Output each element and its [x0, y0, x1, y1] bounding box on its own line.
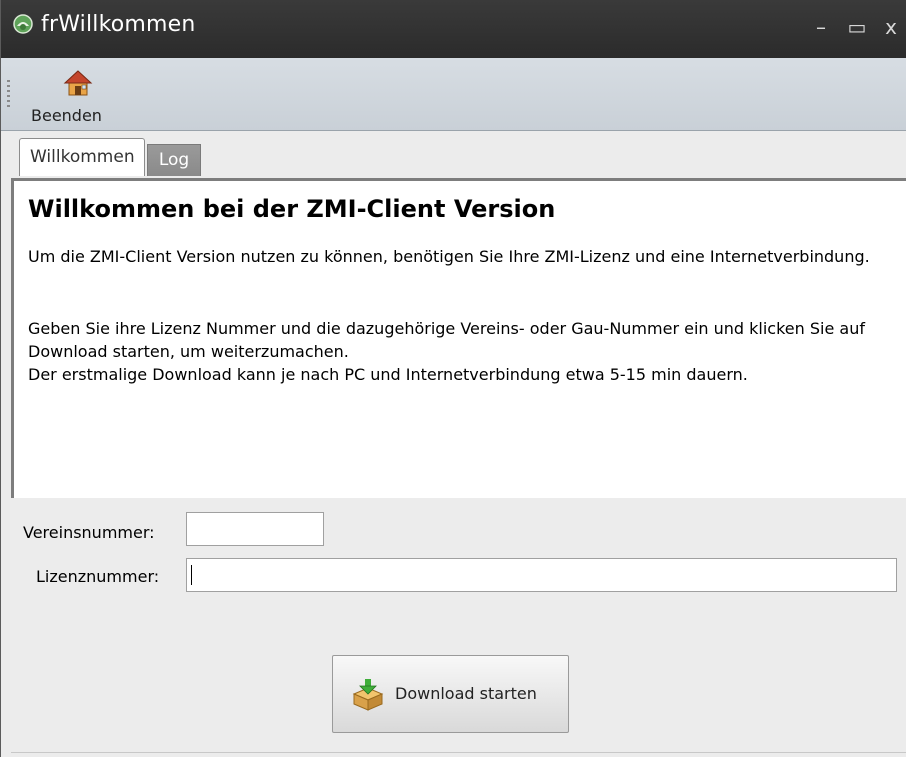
welcome-panel: Willkommen bei der ZMI-Client Version Um… [11, 178, 906, 498]
window-title: frWillkommen [41, 12, 196, 37]
welcome-paragraph-2: Geben Sie ihre Lizenz Nummer und die daz… [28, 317, 898, 386]
download-package-icon [352, 679, 384, 711]
tab-log[interactable]: Log [147, 144, 201, 176]
text-caret [191, 565, 192, 585]
welcome-paragraph-2-line-1: Geben Sie ihre Lizenz Nummer und die daz… [28, 319, 865, 361]
beenden-label: Beenden [31, 106, 102, 125]
tab-strip: Willkommen Log [1, 130, 906, 178]
vereinsnummer-label: Vereinsnummer: [23, 523, 155, 542]
close-button[interactable]: x [879, 16, 903, 38]
lizenznummer-input[interactable] [186, 558, 897, 592]
app-logo-icon [13, 14, 33, 34]
toolbar-grip[interactable] [7, 80, 10, 110]
lizenznummer-label: Lizenznummer: [36, 567, 160, 586]
download-starten-label: Download starten [395, 684, 537, 703]
welcome-heading: Willkommen bei der ZMI-Client Version [28, 195, 556, 223]
vereinsnummer-input[interactable] [186, 512, 324, 546]
welcome-paragraph-2-line-2: Der erstmalige Download kann je nach PC … [28, 365, 748, 384]
home-icon [63, 70, 93, 96]
title-bar[interactable]: frWillkommen – ▭ x [1, 0, 906, 58]
beenden-button[interactable]: Beenden [21, 64, 131, 126]
bottom-divider [11, 752, 906, 753]
welcome-paragraph-1: Um die ZMI-Client Version nutzen zu könn… [28, 247, 870, 266]
application-window: frWillkommen – ▭ x Beenden Willkommen Lo… [0, 0, 906, 757]
download-starten-button[interactable]: Download starten [332, 655, 569, 733]
maximize-button[interactable]: ▭ [845, 16, 869, 38]
minimize-button[interactable]: – [809, 16, 833, 38]
ribbon-toolbar: Beenden [1, 58, 906, 131]
tab-willkommen[interactable]: Willkommen [19, 138, 145, 176]
